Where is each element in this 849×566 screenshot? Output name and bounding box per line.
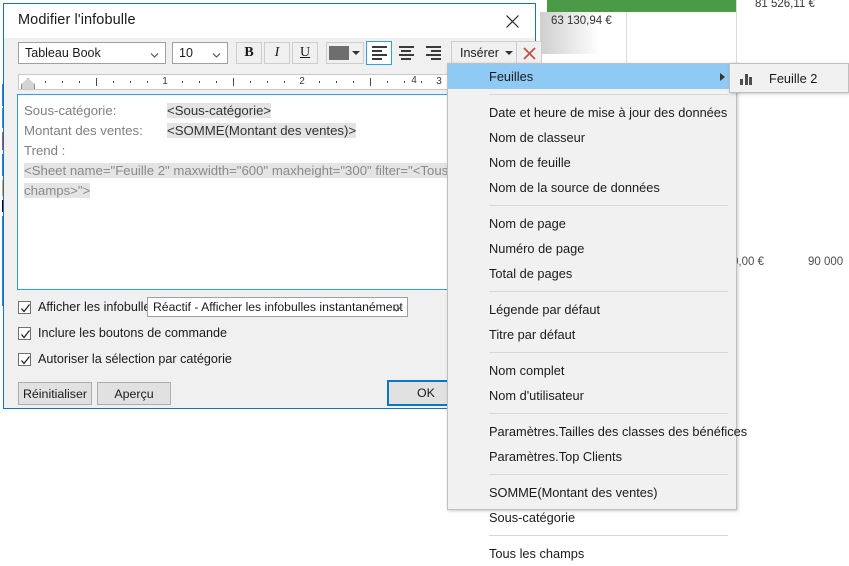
chevron-right-icon (720, 72, 725, 81)
editor-field-subcategory: <Sous-catégorie> (167, 103, 272, 118)
editor-label-trend: Trend : (24, 143, 66, 158)
feuilles-submenu: Feuille 2 (729, 63, 849, 93)
align-left-icon[interactable] (366, 41, 392, 65)
show-tooltips-row: Afficher les infobulles (18, 300, 157, 314)
align-right-glyph (425, 46, 441, 60)
close-icon[interactable] (497, 8, 527, 34)
menu-item-label: Feuilles (489, 69, 534, 84)
menu-item-all-fields[interactable]: Tous les champs (448, 541, 736, 566)
font-size-select[interactable]: 10 (172, 42, 228, 64)
editor-line-subcategory: Sous-catégorie: <Sous-catégorie> (24, 101, 455, 121)
menu-separator (489, 205, 728, 206)
menu-item-data-update-datetime[interactable]: Date et heure de mise à jour des données (448, 100, 736, 125)
bar-label-2: 81 526,11 € (755, 0, 815, 10)
ruler[interactable]: 1 2 3 (18, 74, 459, 90)
menu-separator (489, 352, 728, 353)
tooltip-text-editor[interactable]: Sous-catégorie: <Sous-catégorie> Montant … (17, 94, 460, 290)
color-swatch (329, 46, 349, 60)
insert-menu: Feuilles Date et heure de mise à jour de… (447, 63, 747, 561)
editor-line-sales: Montant des ventes: <SOMME(Montant des ve… (24, 121, 455, 141)
insert-button-label: Insérer (460, 46, 499, 60)
include-commands-row: Inclure les boutons de commande (18, 326, 227, 340)
font-family-select[interactable]: Tableau Book (18, 42, 166, 64)
include-commands-checkbox[interactable] (18, 326, 31, 340)
menu-item-default-caption[interactable]: Légende par défaut (448, 297, 736, 322)
insert-button[interactable]: Insérer (451, 41, 522, 65)
menu-separator (489, 94, 728, 95)
allow-category-selection-label: Autoriser la sélection par catégorie (38, 352, 232, 366)
menu-separator (489, 291, 728, 292)
menu-item-feuilles[interactable]: Feuilles (448, 64, 736, 89)
editor-sheet-text-1: <Sheet name="Feuille 2" maxwidth="600" m… (24, 163, 459, 178)
clear-formatting-button[interactable] (516, 41, 542, 65)
menu-separator (489, 474, 728, 475)
chevron-down-icon (504, 51, 513, 55)
menu-item-username[interactable]: Nom d'utilisateur (448, 383, 736, 408)
bold-button[interactable]: B (236, 42, 262, 64)
menu-item-param-top-clients[interactable]: Paramètres.Top Clients (448, 444, 736, 469)
ruler-number-2: 2 (299, 76, 305, 87)
editor-field-sales: <SOMME(Montant des ventes)> (167, 123, 357, 138)
chevron-down-icon (392, 303, 401, 312)
menu-item-param-profit-bin-sizes[interactable]: Paramètres.Tailles des classes des bénéf… (448, 419, 747, 444)
ruler-number-1: 1 (162, 76, 168, 87)
menu-item-page-name[interactable]: Nom de page (448, 211, 736, 236)
editor-sheet-text-2: champs>"> (24, 183, 91, 198)
editor-line-sheet-1: <Sheet name="Feuille 2" maxwidth="600" m… (24, 161, 459, 181)
ruler-indent-marker[interactable] (21, 78, 35, 89)
menu-item-sum-sales[interactable]: SOMME(Montant des ventes) (448, 480, 736, 505)
ruler-number-3: 3 (436, 76, 442, 87)
text-color-button[interactable] (326, 42, 364, 64)
reset-button[interactable]: Réinitialiser (18, 382, 92, 405)
menu-item-total-pages[interactable]: Total de pages (448, 261, 736, 286)
chevron-down-icon (352, 51, 360, 55)
allow-category-selection-checkbox[interactable] (18, 352, 31, 366)
editor-label-sales: Montant des ventes: (24, 123, 143, 138)
align-right-icon[interactable] (420, 41, 446, 65)
menu-separator (489, 413, 728, 414)
show-tooltips-checkbox[interactable] (18, 300, 31, 314)
editor-line-sheet-2: champs>"> (24, 181, 455, 201)
chevron-down-icon (150, 49, 159, 58)
font-family-value: Tableau Book (25, 46, 101, 60)
bar-chart-icon (740, 71, 756, 85)
submenu-item-feuille-2[interactable]: Feuille 2 (769, 71, 817, 86)
include-commands-label: Inclure les boutons de commande (38, 326, 228, 340)
menu-item-sheet-name[interactable]: Nom de feuille (448, 150, 736, 175)
bar-green (547, 0, 736, 12)
font-size-value: 10 (179, 46, 193, 60)
menu-separator (489, 535, 728, 536)
menu-item-workbook-name[interactable]: Nom de classeur (448, 125, 736, 150)
bar-label-1: 63 130,94 € (551, 15, 612, 27)
ruler-number-4: 4 (411, 75, 417, 86)
menu-item-default-title[interactable]: Titre par défaut (448, 322, 736, 347)
menu-item-datasource-name[interactable]: Nom de la source de données (448, 175, 736, 200)
chevron-down-icon (212, 49, 221, 58)
align-center-icon[interactable] (393, 41, 419, 65)
allow-category-selection-row: Autoriser la sélection par catégorie (18, 352, 232, 366)
dialog-title: Modifier l'infobulle (18, 12, 136, 28)
editor-label-subcategory: Sous-catégorie: (24, 103, 117, 118)
align-center-glyph (398, 46, 414, 60)
menu-item-full-name[interactable]: Nom complet (448, 358, 736, 383)
align-left-glyph (371, 46, 387, 60)
editor-line-trend: Trend : (24, 141, 455, 161)
menu-item-subcategory[interactable]: Sous-catégorie (448, 505, 736, 530)
tooltip-mode-value: Réactif - Afficher les infobulles instan… (153, 300, 403, 314)
italic-button[interactable]: I (264, 42, 290, 64)
show-tooltips-label: Afficher les infobulles (38, 300, 157, 314)
tooltip-mode-select[interactable]: Réactif - Afficher les infobulles instan… (147, 297, 408, 317)
axis-tick-1: 90 000 (808, 256, 844, 268)
underline-button[interactable]: U (292, 42, 318, 64)
menu-item-page-number[interactable]: Numéro de page (448, 236, 736, 261)
preview-button[interactable]: Aperçu (97, 382, 171, 405)
dialog-title-bar: Modifier l'infobulle (4, 4, 535, 39)
